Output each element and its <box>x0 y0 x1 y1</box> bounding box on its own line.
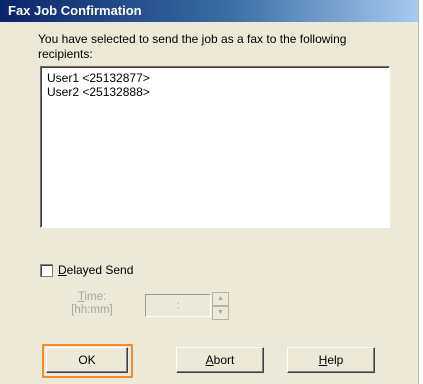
delayed-send-label-rest: elayed Send <box>66 263 134 277</box>
ok-button[interactable]: OK <box>46 347 128 373</box>
time-format-hint: [hh:mm] <box>71 304 113 316</box>
spin-up-icon[interactable]: ▲ <box>212 292 229 306</box>
delayed-send-accel: D <box>58 263 67 277</box>
abort-button[interactable]: Abort <box>176 347 264 373</box>
time-label-line1: Time: <box>62 291 122 304</box>
title-bar: Fax Job Confirmation <box>0 0 418 22</box>
delayed-send-checkbox[interactable] <box>40 264 53 277</box>
time-label: Time: [hh:mm] <box>62 291 122 317</box>
time-spinner[interactable]: ▲ ▼ <box>212 292 229 320</box>
spin-down-icon[interactable]: ▼ <box>212 306 229 320</box>
time-label-rest: ime: <box>84 291 107 303</box>
recipients-listbox[interactable]: User1 <25132877> User2 <25132888> <box>40 66 390 228</box>
time-input[interactable]: : <box>145 294 211 317</box>
list-item[interactable]: User1 <25132877> <box>47 71 150 85</box>
delayed-send-label[interactable]: Delayed Send <box>58 263 133 277</box>
help-label-rest: elp <box>327 353 344 367</box>
abort-label-rest: bort <box>213 353 235 367</box>
confirmation-message: You have selected to send the job as a f… <box>38 32 347 61</box>
list-item[interactable]: User2 <25132888> <box>47 85 150 99</box>
abort-accel: A <box>205 353 214 367</box>
help-button[interactable]: Help <box>287 347 375 373</box>
dialog-title: Fax Job Confirmation <box>8 3 142 18</box>
fax-confirmation-dialog: Fax Job Confirmation You have selected t… <box>0 0 419 384</box>
